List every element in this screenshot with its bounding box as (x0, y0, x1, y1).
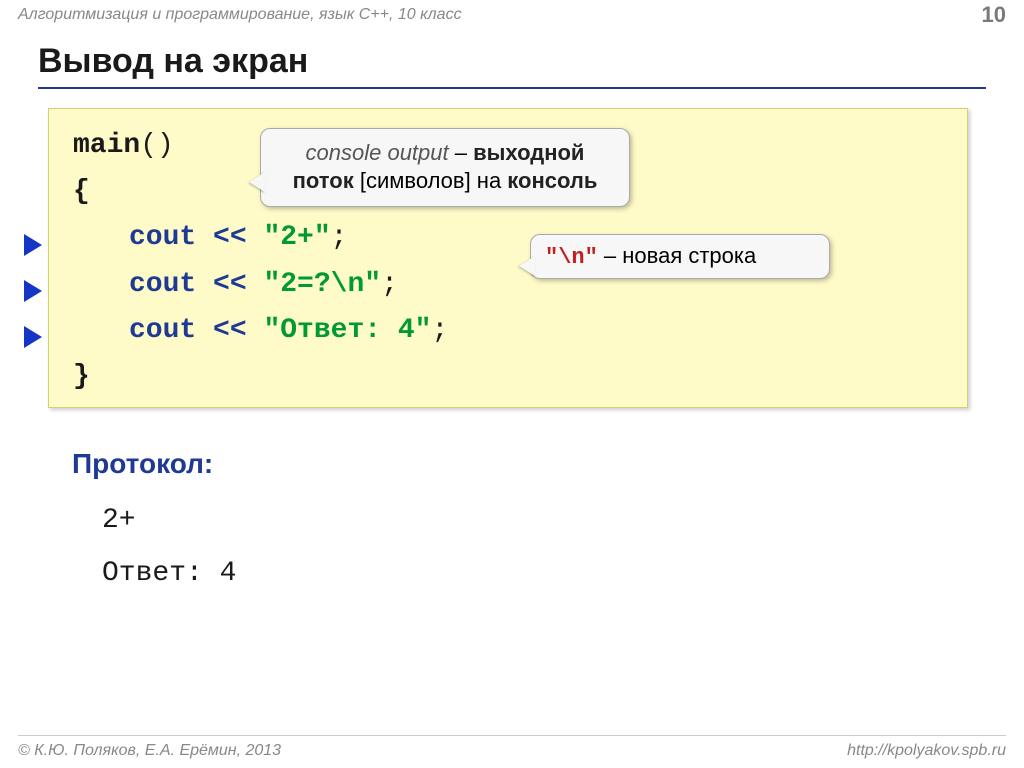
footer-copyright: © К.Ю. Поляков, Е.А. Ерёмин, 2013 (18, 742, 281, 760)
code-fn-main: main (73, 130, 140, 161)
callout-tail-icon (519, 256, 535, 276)
code-kw-cout: cout (129, 315, 196, 346)
code-semi: ; (381, 269, 398, 300)
code-op: << (196, 269, 263, 300)
callout1-bold2: консоль (507, 168, 597, 193)
play-marker-icon (24, 234, 42, 256)
protocol-line-1: 2+ (102, 505, 136, 536)
protocol-line-2: Ответ: 4 (102, 558, 236, 589)
code-op: << (196, 222, 263, 253)
code-kw-cout: cout (129, 222, 196, 253)
callout1-plain1: [символов] на (354, 168, 508, 193)
code-kw-cout: cout (129, 269, 196, 300)
callout-console-output: console output – выходной поток [символо… (260, 128, 630, 207)
callout1-dash: – (449, 140, 473, 165)
callout1-italic: console output (306, 140, 449, 165)
code-str-3: "Ответ: 4" (263, 315, 431, 346)
protocol-label: Протокол: (72, 448, 213, 480)
play-marker-icon (24, 280, 42, 302)
callout2-mono: "\n" (545, 245, 598, 270)
callout-newline: "\n" – новая строка (530, 234, 830, 279)
footer-divider (18, 735, 1006, 736)
code-semi: ; (431, 315, 448, 346)
page-number: 10 (982, 2, 1006, 28)
slide-title: Вывод на экран (38, 42, 986, 89)
footer-url: http://kpolyakov.spb.ru (847, 742, 1006, 760)
code-semi: ; (331, 222, 348, 253)
slide: Алгоритмизация и программирование, язык … (0, 0, 1024, 768)
code-str-2: "2=?\n" (263, 269, 381, 300)
code-line-6: } (73, 354, 943, 400)
play-marker-icon (24, 326, 42, 348)
code-op: << (196, 315, 263, 346)
code-brace-close: } (73, 361, 90, 392)
code-parens: () (140, 130, 174, 161)
code-line-5: cout << "Ответ: 4"; (73, 308, 943, 354)
code-brace-open: { (73, 176, 90, 207)
callout2-rest: – новая строка (598, 243, 756, 268)
header-topic: Алгоритмизация и программирование, язык … (18, 6, 1006, 24)
protocol-output: 2+ Ответ: 4 (102, 494, 236, 600)
callout-tail-icon (249, 172, 265, 192)
code-str-1: "2+" (263, 222, 330, 253)
